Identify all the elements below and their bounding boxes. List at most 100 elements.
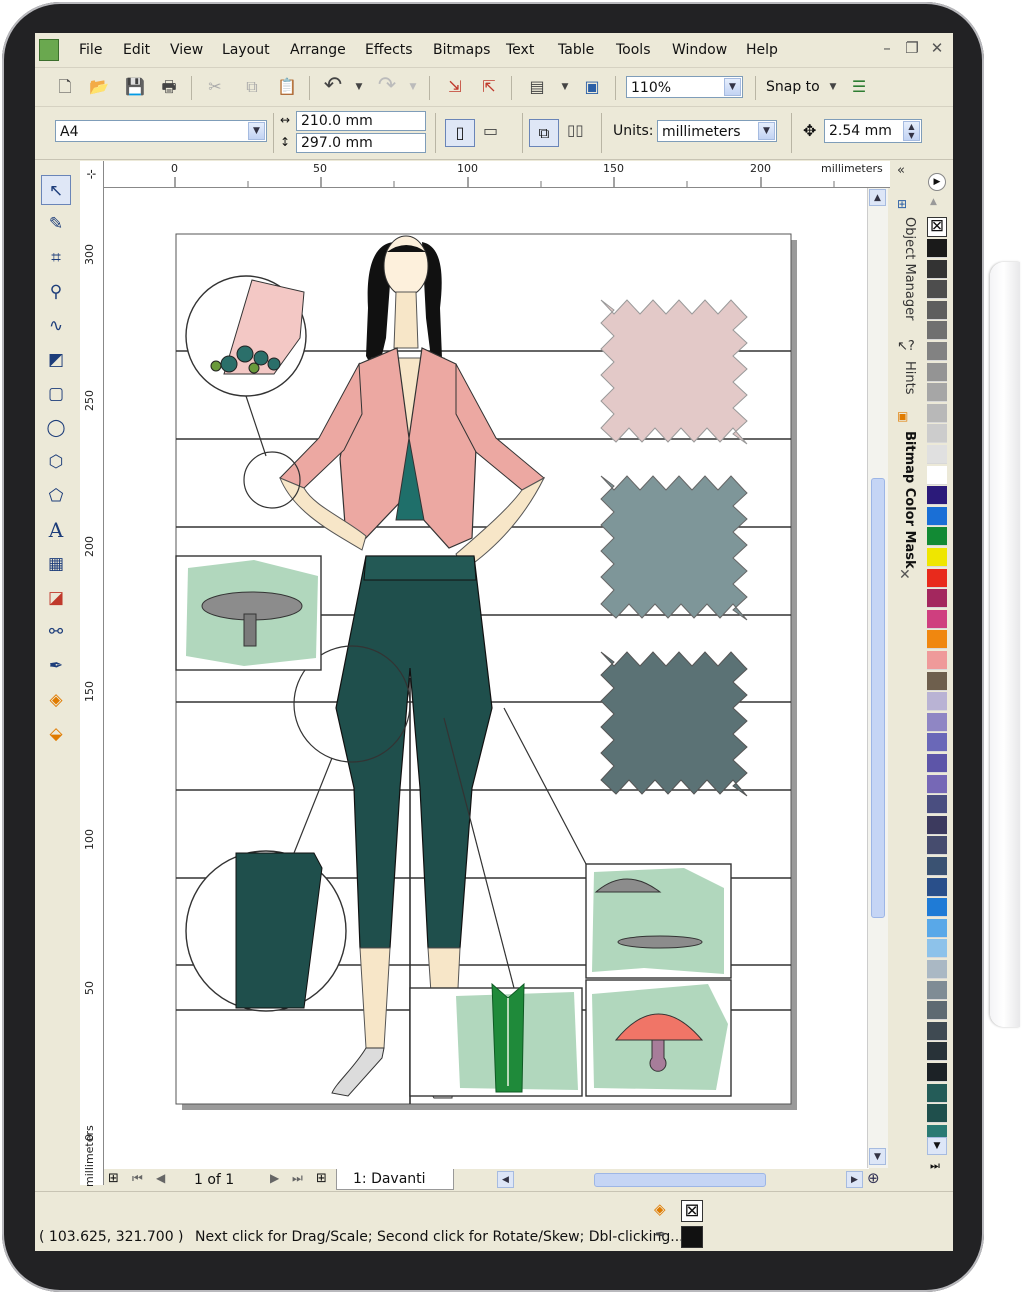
ellipse-tool-icon[interactable]: ◯ — [41, 413, 71, 443]
page-width-field[interactable]: 210.0 mm — [296, 111, 426, 131]
current-page-icon[interactable]: ▯▯ — [567, 121, 584, 139]
scroll-right-icon[interactable]: ▶ — [846, 1171, 863, 1188]
shape-tool-icon[interactable]: ✎ — [41, 209, 71, 239]
undo-icon[interactable]: ↶ — [321, 74, 345, 98]
eyedropper-tool-icon[interactable]: ⚯ — [41, 617, 71, 647]
color-swatch[interactable] — [927, 362, 947, 382]
interactive-fill-tool-icon[interactable]: ⬙ — [41, 719, 71, 749]
zoom-level-combo[interactable]: 110% ▼ — [626, 76, 743, 98]
color-swatch[interactable] — [927, 712, 947, 732]
minimize-icon[interactable]: – — [878, 39, 896, 57]
cut-icon[interactable]: ✂ — [203, 75, 227, 99]
launcher-dropdown-icon[interactable]: ▼ — [553, 75, 577, 99]
zoom-navigator-icon[interactable]: ⊕ — [867, 1169, 880, 1187]
color-swatch[interactable] — [927, 918, 947, 938]
import-icon[interactable]: ⇲ — [443, 75, 467, 99]
last-page-icon[interactable]: ⏭ — [292, 1171, 303, 1186]
color-swatch[interactable] — [927, 321, 947, 341]
interactive-blend-tool-icon[interactable]: ◪ — [41, 583, 71, 613]
undo-dropdown-icon[interactable]: ▼ — [347, 75, 371, 99]
no-color-swatch[interactable]: ⊠ — [927, 217, 947, 237]
color-swatch[interactable] — [927, 589, 947, 609]
nudge-field[interactable]: 2.54 mm ▲ ▼ — [824, 119, 922, 143]
chevron-down-icon[interactable]: ▼ — [724, 78, 741, 96]
color-swatch[interactable] — [927, 342, 947, 361]
color-swatch[interactable] — [927, 980, 947, 1000]
welcome-screen-icon[interactable]: ▣ — [580, 75, 604, 99]
portrait-icon[interactable]: ▯ — [445, 119, 475, 147]
page-tab[interactable]: 1: Davanti — [336, 1169, 454, 1190]
menu-tools[interactable]: Tools — [616, 42, 651, 58]
next-page-icon[interactable]: ▶ — [270, 1171, 279, 1185]
fill-tool-icon[interactable]: ◈ — [41, 685, 71, 715]
menu-effects[interactable]: Effects — [365, 42, 413, 58]
color-swatch[interactable] — [927, 259, 947, 279]
menu-arrange[interactable]: Arrange — [290, 42, 346, 58]
polygon-tool-icon[interactable]: ⬡ — [41, 447, 71, 477]
color-swatch[interactable] — [927, 651, 947, 670]
outline-color-swatch[interactable] — [681, 1226, 703, 1248]
color-swatch[interactable] — [927, 465, 947, 485]
color-swatch[interactable] — [927, 857, 947, 876]
basic-shapes-tool-icon[interactable]: ⬠ — [41, 481, 71, 511]
redo-dropdown-icon[interactable]: ▼ — [401, 75, 425, 99]
color-swatch[interactable] — [927, 877, 947, 897]
menu-view[interactable]: View — [170, 42, 203, 58]
zoom-tool-icon[interactable]: ⚲ — [41, 277, 71, 307]
save-icon[interactable]: 💾 — [123, 75, 147, 99]
snap-options-icon[interactable]: ☰ — [847, 75, 871, 99]
color-swatch[interactable] — [927, 403, 947, 423]
color-swatch[interactable] — [927, 486, 947, 506]
color-swatch[interactable] — [927, 280, 947, 300]
color-swatch[interactable] — [927, 383, 947, 403]
chevron-down-icon[interactable]: ▼ — [758, 122, 775, 140]
color-swatch[interactable] — [927, 1063, 947, 1082]
outline-tool-icon[interactable]: ✒ — [41, 651, 71, 681]
scroll-left-icon[interactable]: ◀ — [497, 1171, 514, 1188]
ruler-origin-icon[interactable]: ⊹ — [80, 161, 104, 188]
spinner-icon[interactable]: ▲ ▼ — [903, 121, 920, 141]
redo-icon[interactable]: ↷ — [375, 74, 399, 98]
rectangle-tool-icon[interactable]: ▢ — [41, 379, 71, 409]
add-page-after-icon[interactable]: ⊞ — [316, 1171, 327, 1186]
snap-dropdown-icon[interactable]: ▼ — [821, 75, 845, 99]
vertical-scrollbar[interactable]: ▲ ▼ — [867, 188, 888, 1168]
menu-edit[interactable]: Edit — [123, 42, 150, 58]
snap-to-button[interactable]: Snap to — [766, 79, 820, 95]
horizontal-scroll-thumb[interactable] — [594, 1173, 766, 1187]
color-swatch[interactable] — [927, 1042, 947, 1062]
color-swatch[interactable] — [927, 300, 947, 320]
fill-color-swatch[interactable]: ⊠ — [681, 1200, 703, 1222]
palette-end-icon[interactable]: ⏭ — [930, 1159, 940, 1173]
paste-icon[interactable]: 📋 — [275, 75, 299, 99]
page-size-combo[interactable]: A4 ▼ — [55, 120, 267, 142]
color-swatch[interactable] — [927, 795, 947, 815]
landscape-icon[interactable]: ▭ — [483, 121, 498, 140]
color-swatch[interactable] — [927, 692, 947, 712]
chevron-down-icon[interactable]: ▼ — [248, 122, 265, 140]
copy-icon[interactable]: ⧉ — [240, 75, 264, 99]
palette-flyout-icon[interactable]: ▶ — [928, 173, 946, 191]
previous-page-icon[interactable]: ◀ — [156, 1171, 165, 1185]
menu-table[interactable]: Table — [558, 42, 594, 58]
menu-file[interactable]: File — [79, 42, 102, 58]
menu-text[interactable]: Text — [506, 42, 534, 58]
color-swatch[interactable] — [927, 568, 947, 588]
color-swatch[interactable] — [927, 671, 947, 691]
color-swatch[interactable] — [927, 754, 947, 773]
color-swatch[interactable] — [927, 939, 947, 959]
smart-fill-tool-icon[interactable]: ◩ — [41, 345, 71, 375]
bitmap-color-mask-tab[interactable]: Bitmap Color Mask — [895, 431, 917, 569]
application-launcher-icon[interactable]: ▤ — [525, 75, 549, 99]
crop-tool-icon[interactable]: ⌗ — [41, 243, 71, 273]
color-swatch[interactable] — [927, 548, 947, 567]
open-folder-icon[interactable]: 📂 — [87, 75, 111, 99]
color-swatch[interactable] — [927, 815, 947, 835]
first-page-icon[interactable]: ⏮ — [132, 1171, 143, 1186]
drawing-canvas[interactable] — [104, 188, 869, 1185]
all-pages-icon[interactable]: ⧉ — [529, 119, 559, 147]
color-swatch[interactable] — [927, 836, 947, 856]
color-swatch[interactable] — [927, 733, 947, 753]
menu-help[interactable]: Help — [746, 42, 778, 58]
freehand-tool-icon[interactable]: ∿ — [41, 311, 71, 341]
